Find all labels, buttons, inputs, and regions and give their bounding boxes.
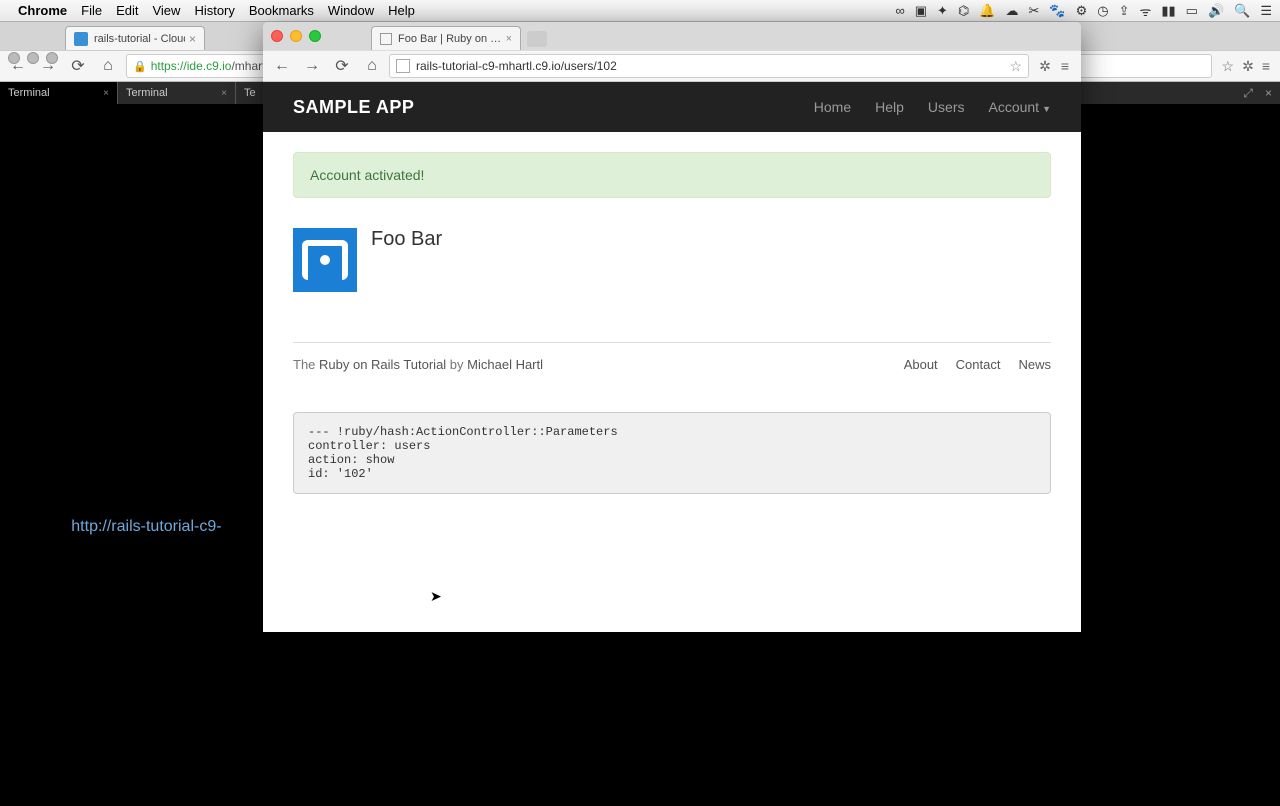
menu-icon[interactable]: ≡: [1061, 58, 1069, 75]
bg-tab-title: rails-tutorial - Cloud9: [94, 33, 185, 45]
app-navbar: SAMPLE APP Home Help Users Account▼: [263, 82, 1081, 132]
url-scheme: https://: [151, 59, 187, 73]
status-icon[interactable]: ✂: [1028, 3, 1039, 19]
user-name: Foo Bar: [371, 228, 442, 251]
status-icon[interactable]: ✦: [937, 3, 948, 19]
bookmark-star-icon[interactable]: ☆: [1010, 58, 1023, 75]
menu-edit[interactable]: Edit: [116, 3, 138, 18]
caret-down-icon: ▼: [1042, 104, 1051, 114]
forward-button[interactable]: →: [299, 53, 325, 79]
home-button[interactable]: ⌂: [359, 53, 385, 79]
new-tab-button[interactable]: [527, 31, 547, 47]
nav-home[interactable]: Home: [814, 99, 851, 115]
menu-bookmarks[interactable]: Bookmarks: [249, 3, 314, 18]
volume-icon[interactable]: 🔊: [1208, 3, 1224, 19]
notification-icon[interactable]: 🔔: [979, 3, 995, 19]
terminal-tab[interactable]: Terminal ×: [0, 82, 118, 104]
page-favicon: [380, 33, 392, 45]
terminal-tab-label: Terminal: [126, 87, 168, 99]
close-icon[interactable]: ×: [1265, 86, 1272, 100]
notification-center-icon[interactable]: ☰: [1260, 3, 1272, 19]
menu-view[interactable]: View: [152, 3, 180, 18]
user-avatar: [293, 228, 357, 292]
menu-file[interactable]: File: [81, 3, 102, 18]
settings-icon[interactable]: ✲: [1039, 58, 1051, 75]
alert-text: Account activated!: [310, 167, 424, 183]
debug-dump: --- !ruby/hash:ActionController::Paramet…: [293, 412, 1051, 494]
fg-tab-title: Foo Bar | Ruby on Rails Tu: [398, 33, 506, 45]
fg-address-bar[interactable]: rails-tutorial-c9-mhartl.c9.io/users/102…: [389, 54, 1029, 78]
user-profile: Foo Bar: [293, 228, 1051, 292]
spotlight-icon[interactable]: 🔍: [1234, 3, 1250, 19]
menubar-app-name[interactable]: Chrome: [18, 3, 67, 18]
fg-url: rails-tutorial-c9-mhartl.c9.io/users/102: [416, 59, 617, 73]
battery-icon[interactable]: ▮▮: [1161, 3, 1175, 19]
bg-traffic-red[interactable]: [8, 52, 20, 64]
nav-users[interactable]: Users: [928, 99, 965, 115]
page-icon: [396, 59, 410, 73]
page-content: SAMPLE APP Home Help Users Account▼ Acco…: [263, 82, 1081, 632]
expand-icon[interactable]: ⤢: [1243, 86, 1253, 101]
menu-icon[interactable]: ≡: [1262, 58, 1270, 75]
menu-window[interactable]: Window: [328, 3, 374, 18]
mac-menubar: Chrome File Edit View History Bookmarks …: [0, 0, 1280, 22]
status-icon[interactable]: ⚙: [1076, 3, 1088, 19]
traffic-light-minimize[interactable]: [290, 30, 302, 42]
terminal-tab[interactable]: Te: [236, 82, 266, 104]
reload-button[interactable]: ⟳: [66, 54, 90, 78]
page-footer: The Ruby on Rails Tutorial by Michael Ha…: [293, 342, 1051, 372]
footer-tutorial-link[interactable]: Ruby on Rails Tutorial: [319, 357, 446, 372]
dropbox-icon[interactable]: ⌬: [958, 3, 969, 19]
home-button[interactable]: ⌂: [96, 54, 120, 78]
close-icon[interactable]: ×: [221, 88, 227, 99]
close-icon[interactable]: ×: [189, 32, 196, 46]
menu-help[interactable]: Help: [388, 3, 415, 18]
close-icon[interactable]: ×: [506, 33, 512, 45]
reload-button[interactable]: ⟳: [329, 53, 355, 79]
bg-traffic-yellow[interactable]: [27, 52, 39, 64]
fg-chrome-tab[interactable]: Foo Bar | Ruby on Rails Tu ×: [371, 26, 521, 50]
wifi-icon[interactable]: ⇪: [1119, 3, 1130, 19]
url-host: ide.c9.io: [187, 59, 232, 73]
footer-about[interactable]: About: [904, 357, 938, 372]
display-icon[interactable]: ▭: [1186, 3, 1198, 19]
footer-author-link[interactable]: Michael Hartl: [467, 357, 543, 372]
lock-icon: 🔒: [133, 60, 147, 73]
footer-contact[interactable]: Contact: [956, 357, 1001, 372]
terminal-tab[interactable]: Terminal ×: [118, 82, 236, 104]
cloud9-favicon: [74, 32, 88, 46]
brand-logo[interactable]: SAMPLE APP: [293, 97, 414, 118]
traffic-light-close[interactable]: [271, 30, 283, 42]
flash-alert-success: Account activated!: [293, 152, 1051, 198]
status-icon[interactable]: ▣: [915, 3, 927, 19]
status-icon[interactable]: 🐾: [1049, 3, 1065, 19]
terminal-tab-label: Te: [244, 87, 256, 99]
status-icon[interactable]: ☁: [1005, 3, 1018, 19]
close-icon[interactable]: ×: [103, 88, 109, 99]
menu-history[interactable]: History: [194, 3, 234, 18]
star-icon[interactable]: ☆: [1222, 58, 1235, 75]
nav-help[interactable]: Help: [875, 99, 904, 115]
back-button[interactable]: ←: [269, 53, 295, 79]
status-icon[interactable]: ∞: [895, 3, 904, 18]
foreground-chrome-window: Foo Bar | Ruby on Rails Tu × ← → ⟳ ⌂ rai…: [263, 22, 1081, 632]
menubar-status-icons: ∞ ▣ ✦ ⌬ 🔔 ☁ ✂ 🐾 ⚙ ◷ ⇪ ᯤ ▮▮ ▭ 🔊 🔍 ☰: [895, 2, 1272, 20]
settings-icon[interactable]: ✲: [1242, 58, 1254, 75]
terminal-tab-label: Terminal: [8, 87, 50, 99]
traffic-light-zoom[interactable]: [309, 30, 321, 42]
footer-news[interactable]: News: [1018, 357, 1051, 372]
wifi-icon[interactable]: ᯤ: [1139, 2, 1151, 20]
ide-right-toolbar: ⤢ ×: [1080, 82, 1280, 104]
bg-traffic-green[interactable]: [46, 52, 58, 64]
status-icon[interactable]: ◷: [1097, 3, 1108, 19]
bg-chrome-tab[interactable]: rails-tutorial - Cloud9 ×: [65, 26, 205, 50]
nav-account-dropdown[interactable]: Account▼: [988, 99, 1051, 115]
